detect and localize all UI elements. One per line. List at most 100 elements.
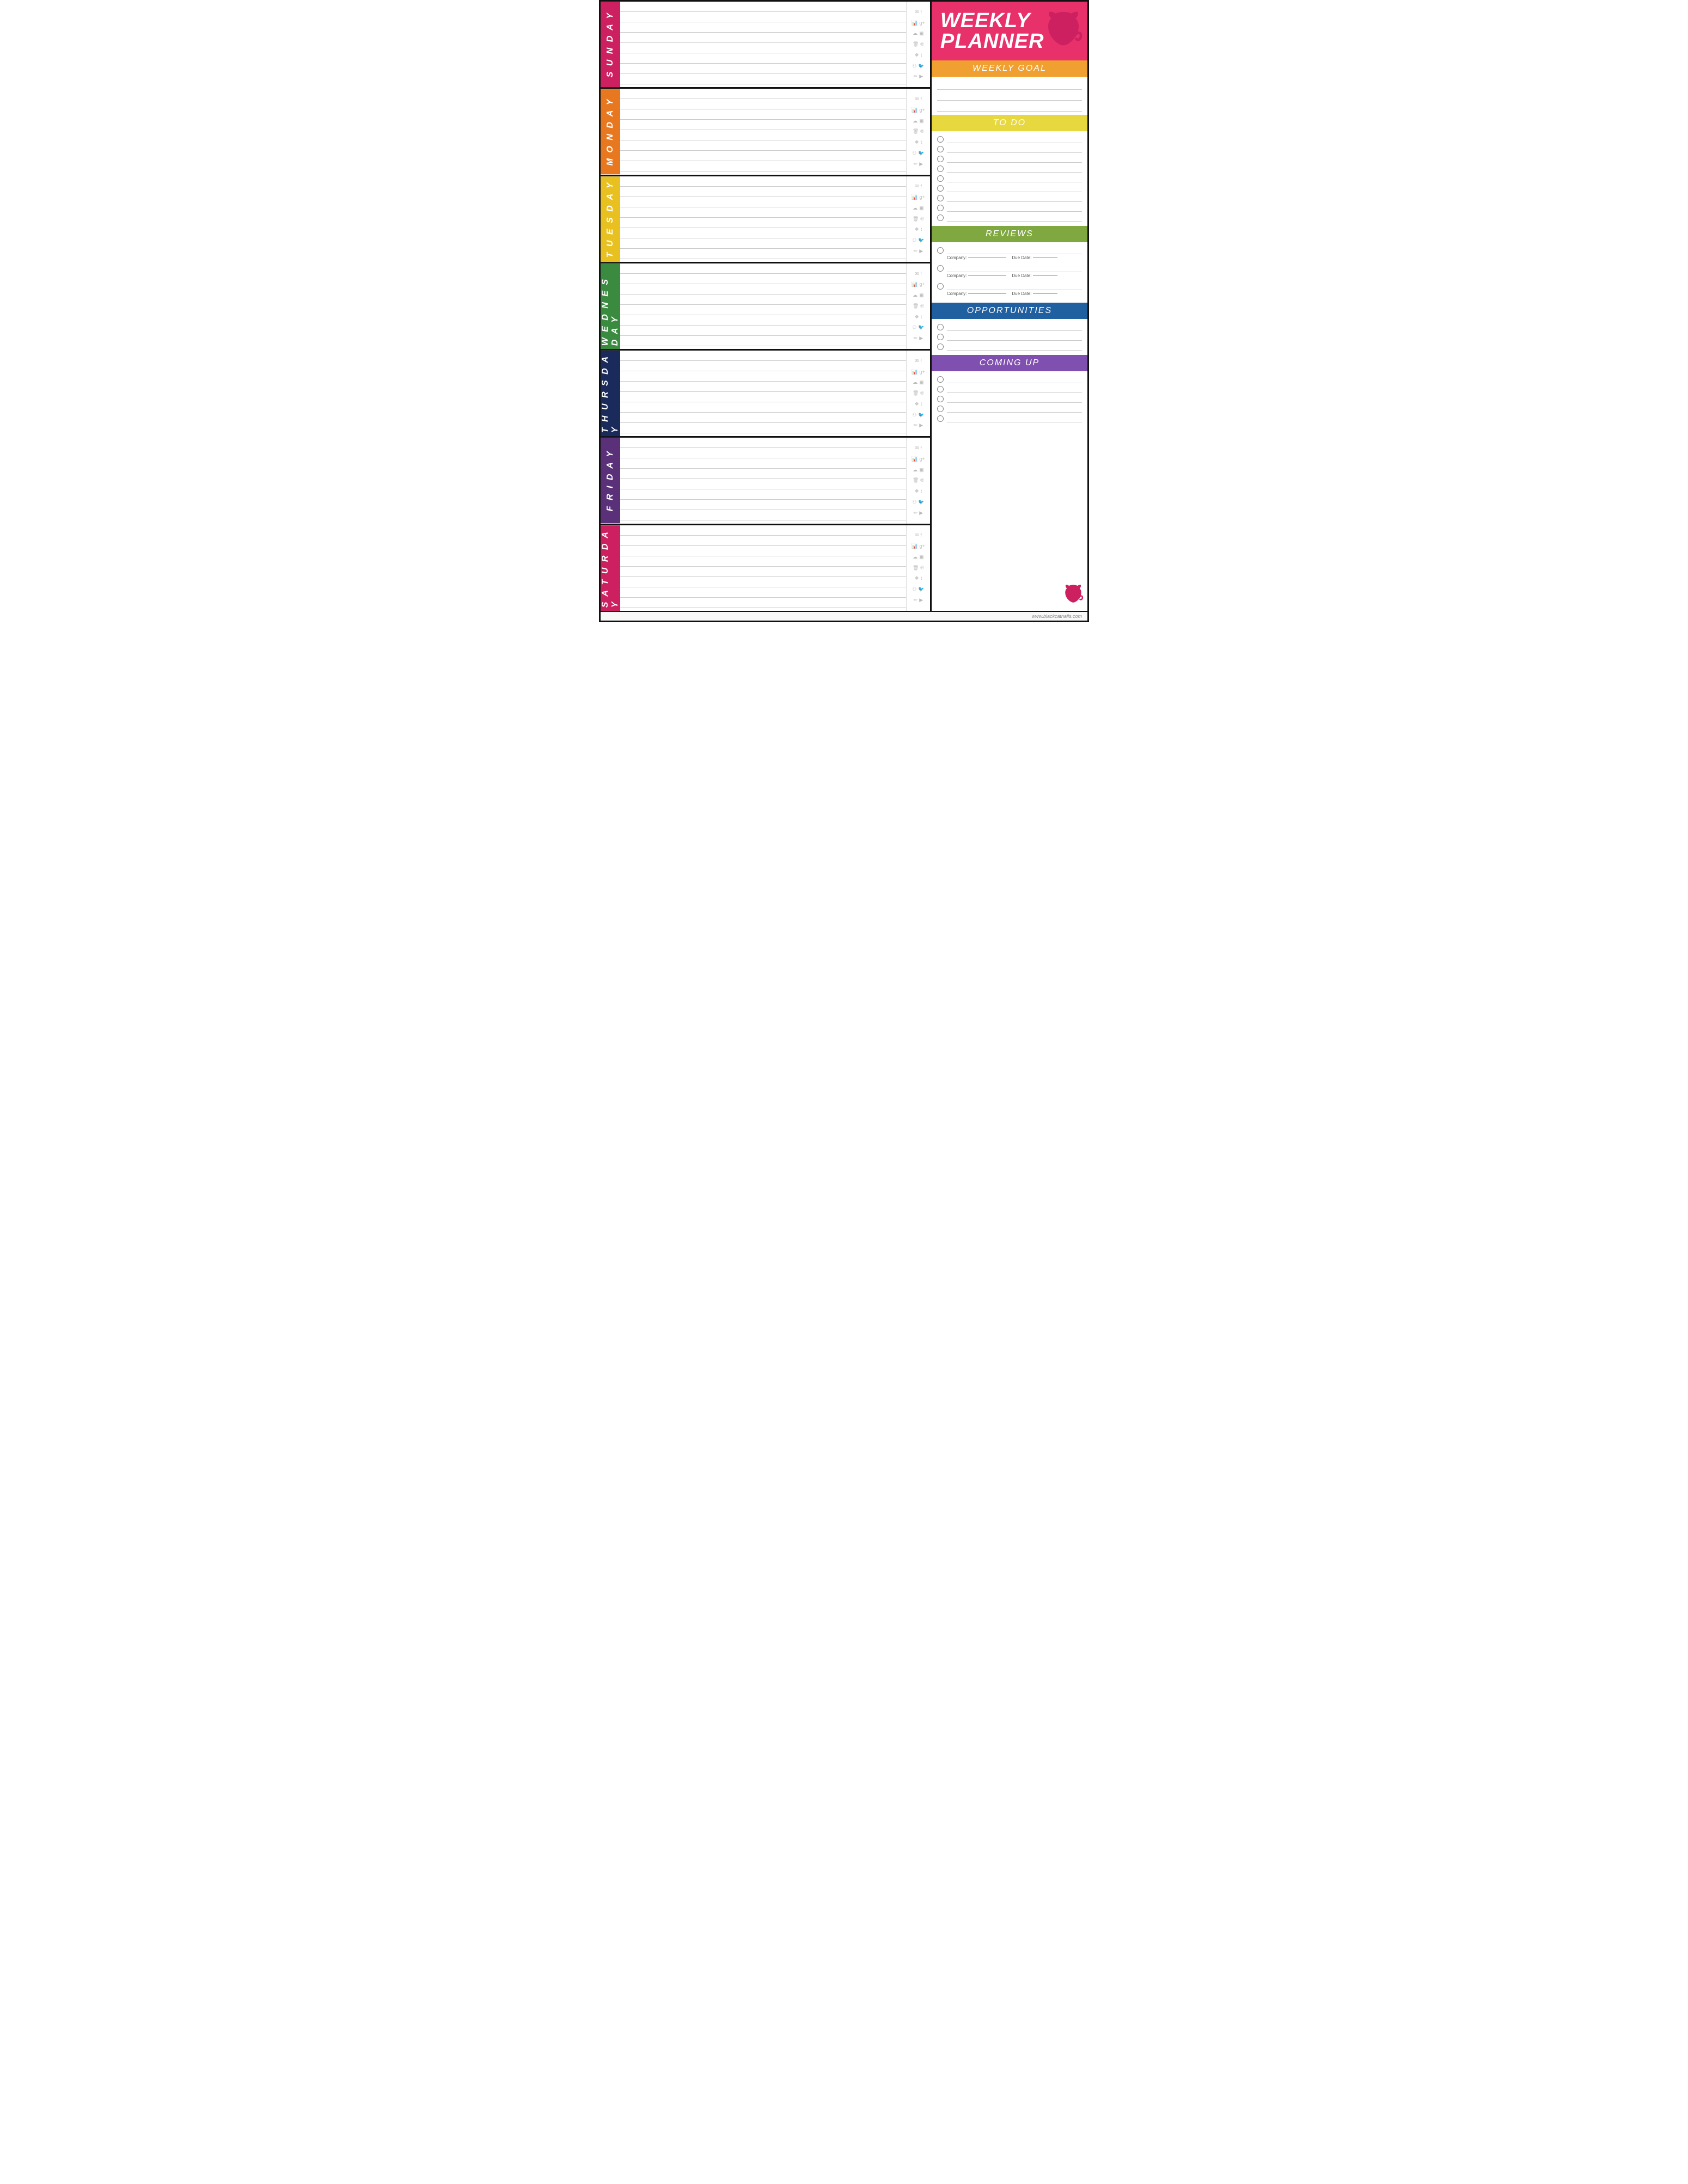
- todo-checkbox[interactable]: [937, 205, 944, 211]
- day-line[interactable]: [620, 440, 906, 448]
- cu-checkbox[interactable]: [937, 406, 944, 412]
- day-line[interactable]: [620, 189, 906, 197]
- todo-checkbox[interactable]: [937, 136, 944, 143]
- company-input-line[interactable]: [968, 257, 1006, 258]
- day-line[interactable]: [620, 112, 906, 120]
- day-line[interactable]: [620, 231, 906, 238]
- sunday-lines[interactable]: [620, 2, 906, 87]
- coming-up-item[interactable]: [937, 405, 1082, 413]
- due-date-input-line[interactable]: [1033, 257, 1057, 258]
- todo-input-line[interactable]: [947, 185, 1082, 192]
- todo-item[interactable]: [937, 175, 1082, 182]
- cu-checkbox[interactable]: [937, 386, 944, 392]
- todo-input-line[interactable]: [947, 165, 1082, 173]
- company-input-line[interactable]: [968, 293, 1006, 294]
- saturday-lines[interactable]: [620, 525, 906, 611]
- due-date-input-line[interactable]: [1033, 275, 1057, 276]
- day-line[interactable]: [620, 471, 906, 479]
- todo-checkbox[interactable]: [937, 165, 944, 172]
- opp-checkbox[interactable]: [937, 334, 944, 340]
- day-line[interactable]: [620, 66, 906, 74]
- day-line[interactable]: [620, 528, 906, 536]
- day-line[interactable]: [620, 266, 906, 274]
- day-line[interactable]: [620, 91, 906, 99]
- day-line[interactable]: [620, 241, 906, 249]
- review-title-line[interactable]: [947, 265, 1082, 272]
- friday-lines[interactable]: [620, 438, 906, 523]
- todo-item[interactable]: [937, 194, 1082, 202]
- day-line[interactable]: [620, 549, 906, 556]
- thursday-lines[interactable]: [620, 351, 906, 436]
- opportunity-item[interactable]: [937, 333, 1082, 341]
- day-line[interactable]: [620, 277, 906, 284]
- day-line[interactable]: [620, 590, 906, 598]
- todo-checkbox[interactable]: [937, 214, 944, 221]
- weekly-goal-lines[interactable]: [932, 77, 1087, 115]
- day-line[interactable]: [620, 102, 906, 109]
- todo-item[interactable]: [937, 136, 1082, 143]
- todo-input-line[interactable]: [947, 194, 1082, 202]
- day-line[interactable]: [620, 538, 906, 546]
- todo-input-line[interactable]: [947, 155, 1082, 163]
- day-line[interactable]: [620, 154, 906, 161]
- day-line[interactable]: [620, 328, 906, 336]
- todo-input-line[interactable]: [947, 136, 1082, 143]
- coming-up-item[interactable]: [937, 395, 1082, 403]
- day-line[interactable]: [620, 384, 906, 392]
- day-line[interactable]: [620, 210, 906, 218]
- day-line[interactable]: [620, 297, 906, 305]
- todo-item[interactable]: [937, 214, 1082, 222]
- goal-line[interactable]: [937, 80, 1082, 90]
- day-line[interactable]: [620, 600, 906, 608]
- review-item-3[interactable]: Company: Due Date:: [937, 283, 1082, 296]
- cu-input-line[interactable]: [947, 405, 1082, 413]
- coming-up-item[interactable]: [937, 376, 1082, 383]
- todo-item[interactable]: [937, 185, 1082, 192]
- opp-input-line[interactable]: [947, 323, 1082, 331]
- day-line[interactable]: [620, 35, 906, 43]
- day-line[interactable]: [620, 426, 906, 433]
- day-line[interactable]: [620, 143, 906, 151]
- day-line[interactable]: [620, 56, 906, 64]
- todo-item[interactable]: [937, 155, 1082, 163]
- day-line[interactable]: [620, 77, 906, 84]
- goal-line[interactable]: [937, 91, 1082, 101]
- tuesday-lines[interactable]: [620, 176, 906, 262]
- day-line[interactable]: [620, 133, 906, 140]
- opp-input-line[interactable]: [947, 333, 1082, 341]
- wednesday-lines[interactable]: [620, 263, 906, 349]
- todo-input-line[interactable]: [947, 204, 1082, 212]
- review-title-line[interactable]: [947, 283, 1082, 290]
- day-line[interactable]: [620, 179, 906, 187]
- cu-input-line[interactable]: [947, 395, 1082, 403]
- day-line[interactable]: [620, 580, 906, 587]
- review-title-line[interactable]: [947, 247, 1082, 254]
- day-line[interactable]: [620, 451, 906, 458]
- monday-lines[interactable]: [620, 89, 906, 174]
- day-line[interactable]: [620, 200, 906, 207]
- goal-line[interactable]: [937, 102, 1082, 112]
- day-line[interactable]: [620, 339, 906, 346]
- day-line[interactable]: [620, 395, 906, 402]
- todo-checkbox[interactable]: [937, 156, 944, 162]
- cu-input-line[interactable]: [947, 376, 1082, 383]
- day-line[interactable]: [620, 461, 906, 469]
- todo-item[interactable]: [937, 165, 1082, 173]
- review-checkbox[interactable]: [937, 247, 944, 254]
- cu-input-line[interactable]: [947, 415, 1082, 422]
- day-line[interactable]: [620, 502, 906, 510]
- todo-input-line[interactable]: [947, 175, 1082, 182]
- day-line[interactable]: [620, 569, 906, 577]
- opp-input-line[interactable]: [947, 343, 1082, 351]
- day-line[interactable]: [620, 4, 906, 12]
- day-line[interactable]: [620, 405, 906, 413]
- due-date-input-line[interactable]: [1033, 293, 1057, 294]
- day-line[interactable]: [620, 287, 906, 295]
- cu-input-line[interactable]: [947, 385, 1082, 393]
- day-line[interactable]: [620, 559, 906, 567]
- day-line[interactable]: [620, 164, 906, 171]
- day-line[interactable]: [620, 513, 906, 520]
- day-line[interactable]: [620, 308, 906, 315]
- todo-input-line[interactable]: [947, 145, 1082, 153]
- review-item-1[interactable]: Company: Due Date:: [937, 247, 1082, 260]
